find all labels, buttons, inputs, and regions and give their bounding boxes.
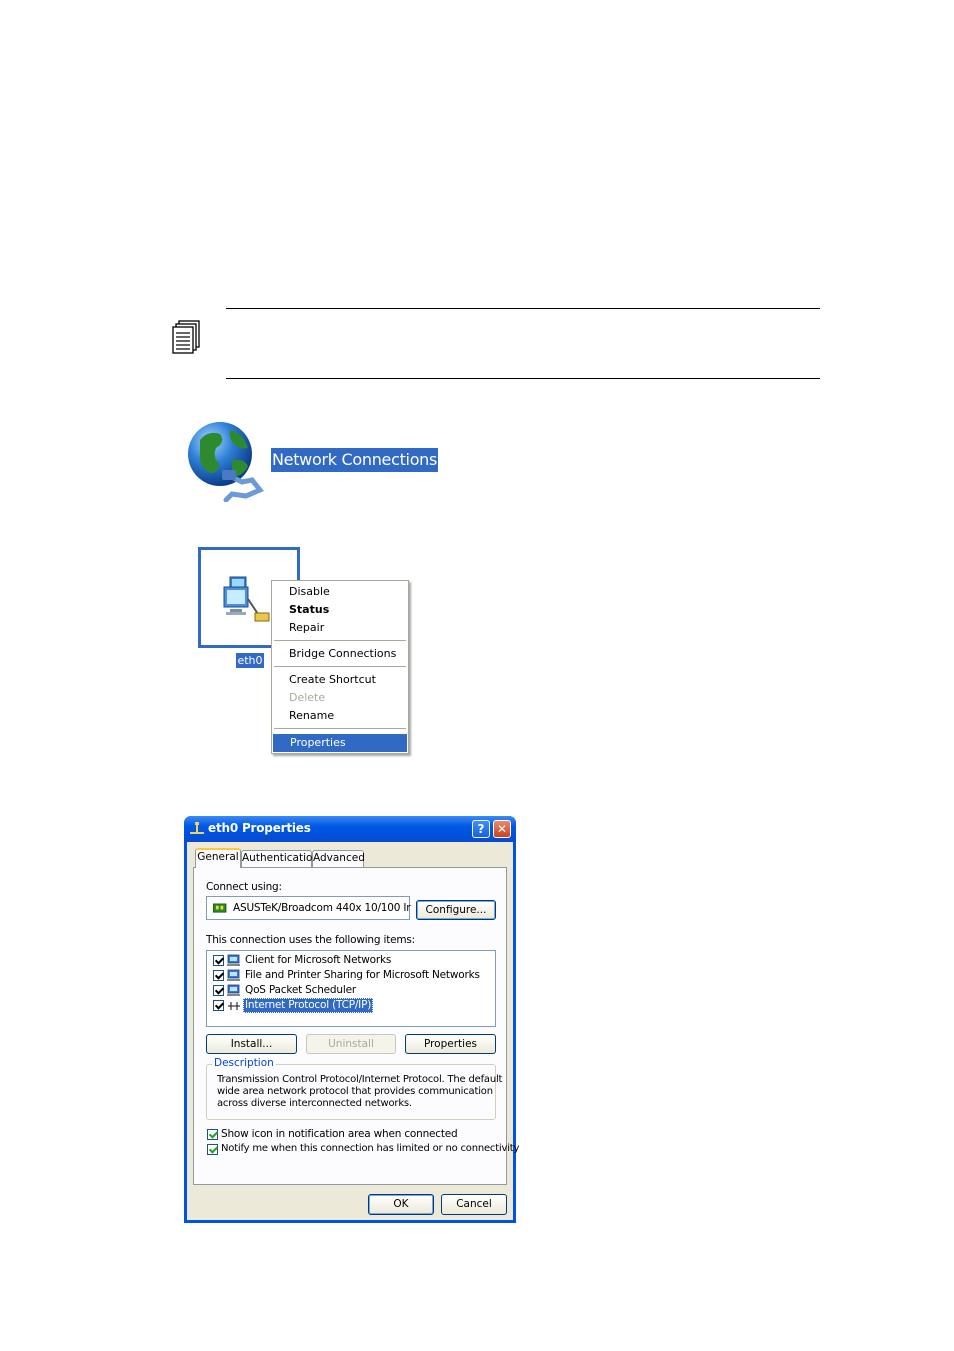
ok-button[interactable]: OK [368, 1194, 434, 1215]
item-checkbox[interactable] [213, 955, 224, 966]
note-top-rule [226, 308, 820, 309]
item-label: QoS Packet Scheduler [245, 984, 356, 996]
item-checkbox[interactable] [213, 985, 224, 996]
description-title: Description [212, 1057, 276, 1069]
tab-authentication[interactable]: Authentication [241, 850, 319, 867]
note-bottom-rule [226, 378, 820, 379]
menu-separator [274, 640, 406, 641]
network-connection-icon [223, 576, 270, 622]
show-icon-checkbox[interactable] [207, 1129, 218, 1140]
configure-button[interactable]: Configure... [416, 900, 496, 920]
context-menu: Disable Status Repair Bridge Connections… [271, 580, 409, 754]
list-item[interactable]: Client for Microsoft Networks [211, 953, 491, 968]
install-button[interactable]: Install... [206, 1034, 297, 1054]
dialog-title: eth0 Properties [208, 821, 311, 835]
connection-title-icon [190, 822, 204, 834]
globe-network-icon [188, 422, 265, 502]
item-label-selected: Internet Protocol (TCP/IP) [243, 998, 374, 1013]
adapter-field: ASUSTeK/Broadcom 440x 10/100 Ir [206, 896, 411, 920]
components-list[interactable]: Client for Microsoft Networks File and P… [206, 950, 496, 1027]
menu-item-status[interactable]: Status [272, 601, 408, 619]
description-line: across diverse interconnected networks. [217, 1098, 412, 1109]
item-checkbox[interactable] [213, 1000, 224, 1011]
tab-advanced[interactable]: Advanced [312, 850, 365, 867]
close-button[interactable]: ✕ [493, 820, 511, 838]
show-icon-label: Show icon in notification area when conn… [221, 1128, 458, 1140]
item-label: File and Printer Sharing for Microsoft N… [245, 969, 480, 981]
network-connections-label: Network Connections [271, 448, 439, 472]
general-tab-panel: Connect using: ASUSTeK/Broadcom 440x 10/… [193, 867, 519, 1185]
list-item[interactable]: Internet Protocol (TCP/IP) [211, 998, 491, 1013]
items-label: This connection uses the following items… [206, 934, 416, 946]
eth0-label[interactable]: eth0 [236, 653, 264, 668]
qos-scheduler-icon [227, 984, 240, 996]
protocol-icon [228, 1002, 240, 1010]
client-network-icon [227, 954, 240, 966]
adapter-name: ASUSTeK/Broadcom 440x 10/100 Ir [233, 902, 411, 914]
file-printer-sharing-icon [227, 969, 240, 981]
item-label: Client for Microsoft Networks [245, 954, 392, 966]
cancel-button[interactable]: Cancel [441, 1194, 507, 1215]
menu-item-delete: Delete [289, 691, 326, 704]
description-line: wide area network protocol that provides… [217, 1086, 493, 1097]
dialog-titlebar[interactable]: eth0 Properties ? ✕ [184, 816, 516, 842]
notify-label: Notify me when this connection has limit… [221, 1143, 520, 1154]
network-adapter-icon [213, 903, 227, 913]
properties-button[interactable]: Properties [405, 1034, 496, 1054]
menu-item-disable[interactable]: Disable [272, 583, 408, 601]
menu-separator [274, 728, 406, 729]
item-checkbox[interactable] [213, 970, 224, 981]
properties-dialog: eth0 Properties ? ✕ General Authenticati… [184, 816, 519, 1223]
note-pages-icon [172, 320, 200, 354]
menu-item-properties[interactable]: Properties [273, 734, 407, 752]
uninstall-button: Uninstall [306, 1034, 396, 1054]
list-item[interactable]: QoS Packet Scheduler [211, 983, 491, 998]
menu-separator [274, 666, 406, 667]
tab-general[interactable]: General [195, 848, 241, 868]
menu-item-repair[interactable]: Repair [272, 619, 408, 637]
connect-using-label: Connect using: [206, 881, 282, 893]
dialog-body: General Authentication Advanced Connect … [187, 842, 519, 1220]
description-line: Transmission Control Protocol/Internet P… [217, 1074, 503, 1085]
list-item[interactable]: File and Printer Sharing for Microsoft N… [211, 968, 491, 983]
menu-item-create-shortcut[interactable]: Create Shortcut [272, 671, 408, 689]
menu-item-rename[interactable]: Rename [272, 707, 408, 725]
menu-item-bridge-connections[interactable]: Bridge Connections [272, 645, 408, 663]
notify-checkbox[interactable] [207, 1144, 218, 1155]
help-button[interactable]: ? [472, 820, 490, 838]
